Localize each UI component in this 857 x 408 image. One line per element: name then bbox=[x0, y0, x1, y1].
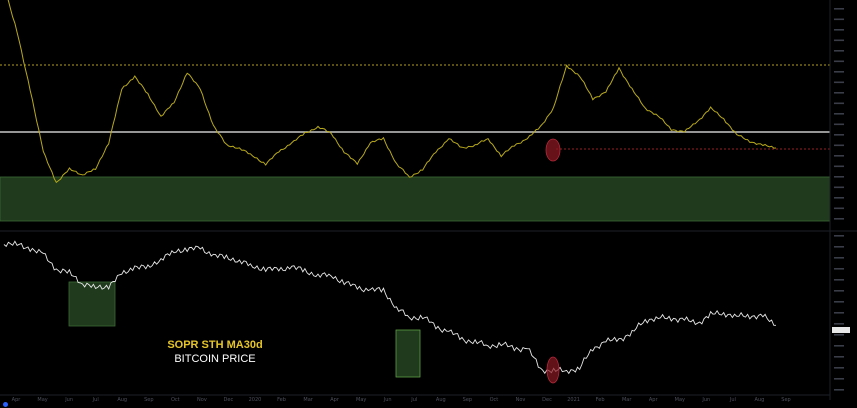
x-axis-label: Mar bbox=[622, 397, 632, 403]
y-axis-tick bbox=[834, 60, 844, 63]
x-axis-label: Jun bbox=[383, 397, 392, 403]
y-axis-tick bbox=[834, 389, 844, 391]
x-axis-label: Jul bbox=[92, 397, 99, 403]
y-axis-tick bbox=[834, 257, 844, 259]
chart-legend: SOPR STH MA30d BITCOIN PRICE bbox=[150, 338, 280, 366]
y-axis-tick bbox=[834, 176, 844, 178]
y-axis-tick bbox=[834, 71, 844, 73]
y-axis-tick bbox=[834, 50, 844, 52]
x-axis-label: Oct bbox=[171, 397, 180, 403]
y-axis-tick bbox=[834, 345, 844, 347]
x-axis-label: Nov bbox=[197, 397, 207, 403]
x-axis-label: Sep bbox=[144, 397, 153, 403]
x-axis-label: Sep bbox=[463, 397, 472, 403]
legend-sopr-label: SOPR STH MA30d bbox=[167, 339, 263, 351]
y-axis-tick bbox=[834, 18, 844, 21]
price-red-marker bbox=[546, 356, 560, 384]
x-axis-label: May bbox=[356, 397, 366, 403]
x-axis-label: Jul bbox=[729, 397, 736, 403]
y-axis-tick bbox=[834, 165, 844, 168]
x-axis-label: 2020 bbox=[249, 397, 262, 403]
y-axis-tick bbox=[834, 268, 844, 270]
x-axis-label: Jun bbox=[64, 397, 73, 403]
sopr-red-marker bbox=[545, 138, 561, 162]
y-axis-tick bbox=[834, 197, 844, 199]
y-axis-tick bbox=[834, 144, 844, 147]
y-axis-tick bbox=[834, 113, 844, 115]
x-axis-label: Jun bbox=[701, 397, 710, 403]
x-axis-label: Nov bbox=[516, 397, 526, 403]
y-axis-tick bbox=[834, 246, 844, 248]
y-axis-tick bbox=[834, 207, 844, 210]
y-axis-tick bbox=[834, 218, 844, 220]
y-axis-tick bbox=[834, 186, 844, 189]
y-axis-tick bbox=[834, 102, 844, 105]
y-axis-tick bbox=[834, 367, 844, 369]
x-axis-label: May bbox=[37, 397, 47, 403]
y-axis-tick bbox=[834, 356, 844, 358]
x-axis-label: Jul bbox=[410, 397, 417, 403]
y-axis-tick bbox=[834, 378, 844, 380]
y-axis-tick bbox=[834, 323, 844, 325]
y-axis-tick bbox=[834, 29, 844, 31]
x-axis-label: Dec bbox=[542, 397, 552, 403]
y-axis-tick bbox=[834, 81, 844, 84]
y-axis-tick bbox=[834, 312, 844, 314]
y-axis-tick bbox=[834, 39, 844, 42]
y-axis-tick bbox=[834, 334, 844, 336]
x-axis-label: May bbox=[675, 397, 685, 403]
x-axis-label: Oct bbox=[490, 397, 499, 403]
x-axis-label: Feb bbox=[596, 397, 605, 403]
y-axis-tick bbox=[834, 134, 844, 136]
y-axis-tick bbox=[834, 301, 844, 303]
x-axis-label: Sep bbox=[781, 397, 790, 403]
price-green-box-2 bbox=[395, 329, 421, 378]
y-axis-tick bbox=[834, 123, 844, 126]
y-axis-tick bbox=[834, 279, 844, 281]
x-axis-label: Aug bbox=[436, 397, 446, 403]
x-axis-label: Mar bbox=[303, 397, 313, 403]
x-axis-label: Apr bbox=[330, 397, 340, 403]
y-axis-tick bbox=[834, 155, 844, 157]
x-axis-label: Feb bbox=[277, 397, 286, 403]
x-axis-label: 2021 bbox=[567, 397, 580, 403]
x-axis-label: Dec bbox=[224, 397, 234, 403]
x-axis-label: Aug bbox=[117, 397, 127, 403]
brand-watermark bbox=[3, 402, 10, 408]
y-axis-tick bbox=[834, 8, 844, 10]
price-last-value-tag bbox=[832, 327, 850, 333]
legend-price-label: BITCOIN PRICE bbox=[174, 353, 256, 365]
x-axis-label: Apr bbox=[12, 397, 22, 403]
sopr-green-band bbox=[0, 176, 831, 222]
y-axis-tick bbox=[834, 290, 844, 292]
x-axis-label: Apr bbox=[649, 397, 659, 403]
y-axis-tick bbox=[834, 92, 844, 94]
y-axis-tick bbox=[834, 235, 844, 237]
chart-canvas: Apr May Jun Jul Aug Sep Oct Nov Dec 2020 Feb Mar Apr… bbox=[0, 0, 857, 408]
x-axis-label: Aug bbox=[755, 397, 765, 403]
logo-icon bbox=[3, 402, 8, 407]
